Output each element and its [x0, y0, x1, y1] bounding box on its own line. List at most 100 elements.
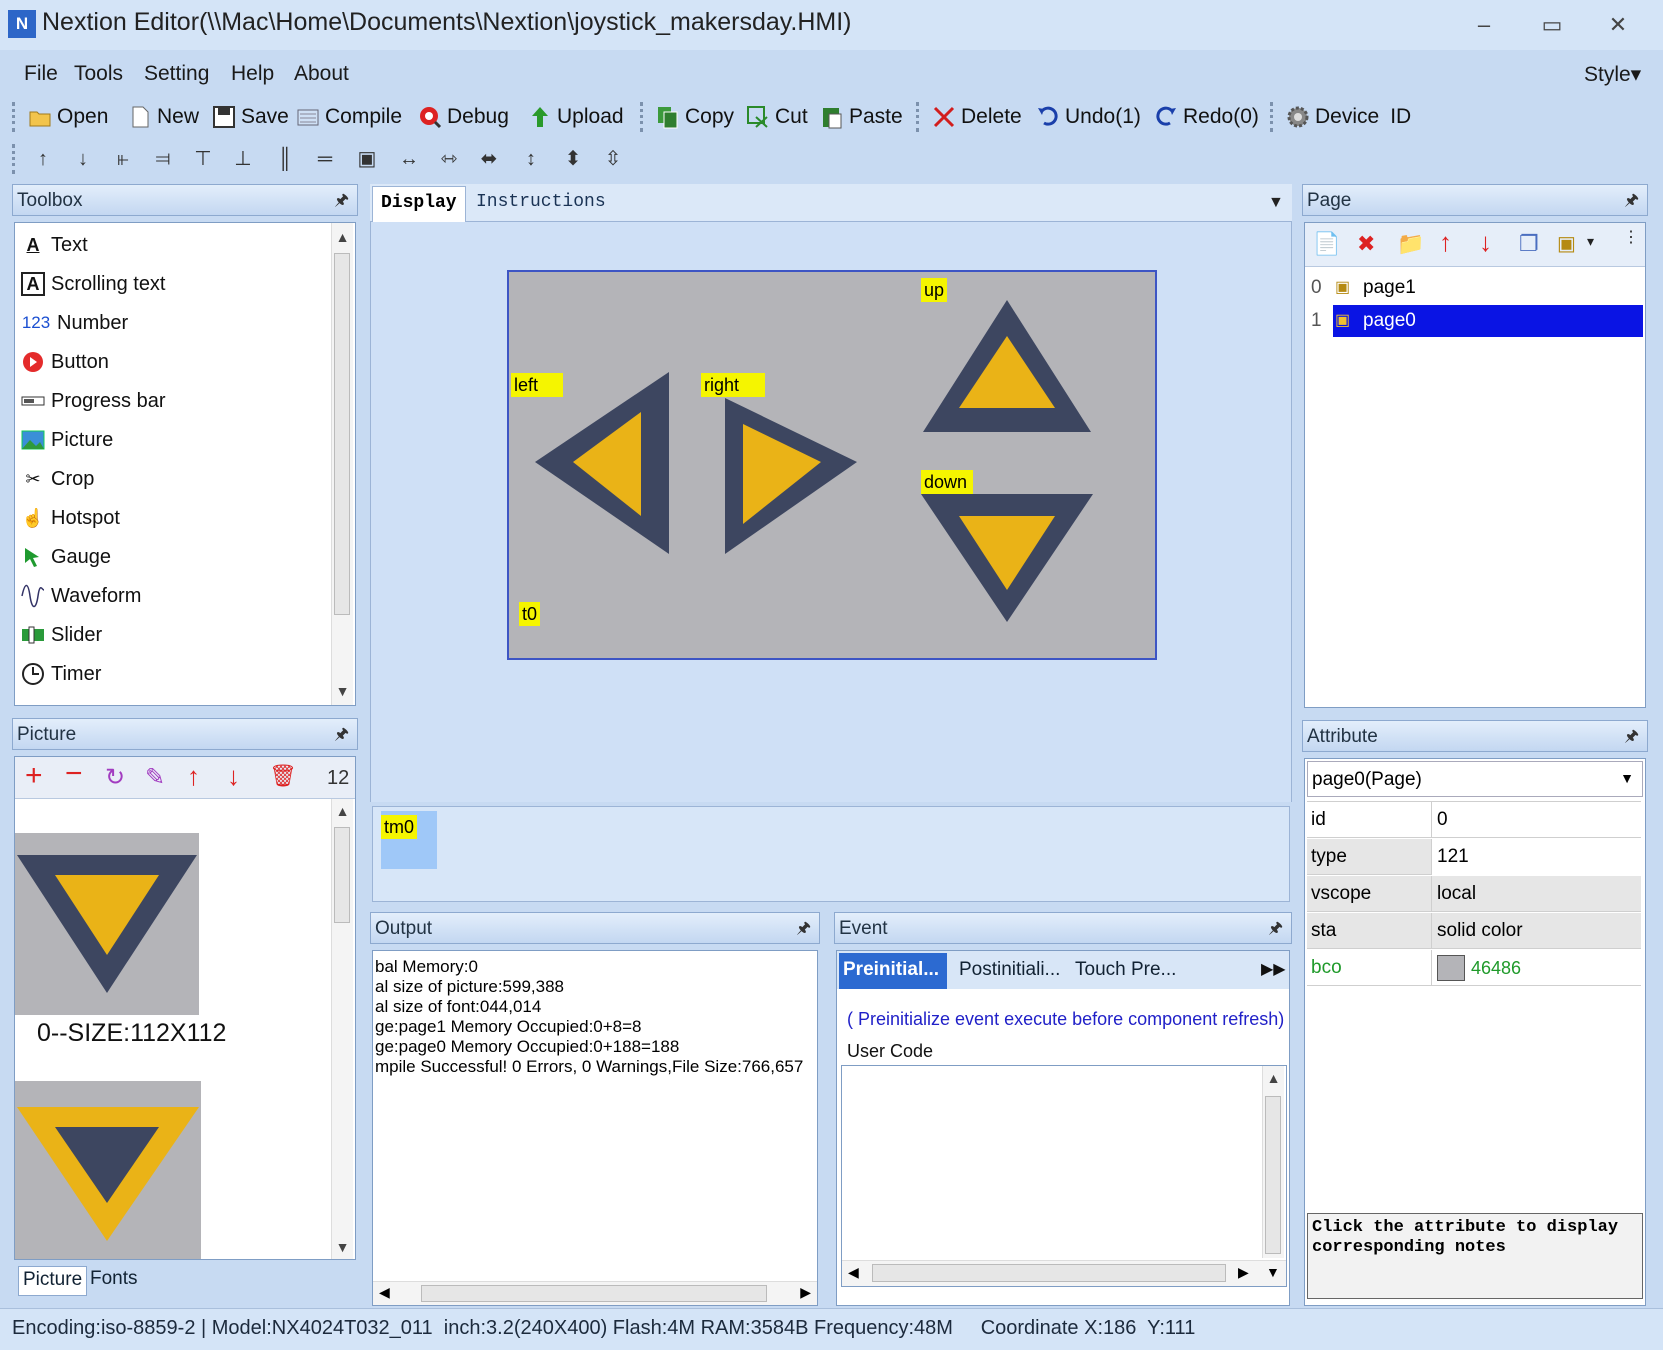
output-hscrollbar[interactable]: ◀ ▶ — [373, 1281, 817, 1305]
v-distribute-icon[interactable]: ⬍ — [560, 146, 586, 172]
align-bottom-icon[interactable]: ⊥ — [230, 146, 256, 172]
scroll-thumb[interactable] — [334, 253, 350, 615]
page-canvas[interactable]: up left right down t0 — [507, 270, 1157, 660]
undo-button[interactable]: Undo(1) — [1036, 100, 1141, 134]
color-swatch[interactable] — [1437, 955, 1465, 981]
tool-waveform[interactable]: Waveform — [21, 584, 141, 608]
picture-thumb-1[interactable] — [15, 1081, 201, 1259]
delete-button[interactable]: Delete — [932, 100, 1022, 134]
pin-icon[interactable]: 🖈 — [1624, 189, 1639, 216]
pin-icon[interactable]: 🖈 — [1624, 725, 1639, 752]
v-spacing-icon[interactable]: ↕ — [518, 146, 544, 172]
toolbox-scrollbar[interactable]: ▲ ▼ — [331, 223, 353, 705]
tool-button[interactable]: Button — [21, 350, 109, 374]
pin-icon[interactable]: 🖈 — [334, 723, 349, 750]
align-center-h-icon[interactable]: ═ — [312, 146, 338, 172]
picture-thumb-0[interactable] — [15, 833, 199, 1015]
scroll-up-icon[interactable]: ▲ — [332, 229, 353, 245]
user-code-editor[interactable]: ▲ ◀ ▶ ▼ — [841, 1065, 1287, 1287]
dropdown-icon[interactable]: ▾ — [1587, 233, 1594, 250]
open-button[interactable]: Open — [28, 100, 108, 134]
page-options-icon[interactable]: ▣ — [1557, 231, 1576, 256]
move-up-icon[interactable]: ↑ — [187, 761, 200, 792]
tabs-more-icon[interactable]: ▶▶ — [1261, 959, 1286, 979]
minimize-button[interactable]: – — [1466, 10, 1502, 40]
compile-button[interactable]: Compile — [296, 100, 402, 134]
tab-postinitialize[interactable]: Postinitiali... — [959, 959, 1060, 981]
scroll-thumb[interactable] — [421, 1285, 767, 1302]
same-size-icon[interactable]: ▣ — [354, 146, 380, 172]
tool-number[interactable]: 123 Number — [21, 311, 128, 335]
tool-scrolling-text[interactable]: A Scrolling text — [21, 272, 166, 296]
attr-row-sta[interactable]: sta solid color — [1307, 913, 1641, 949]
label-up[interactable]: up — [921, 278, 948, 302]
maximize-button[interactable]: ▭ — [1534, 10, 1570, 40]
pin-icon[interactable]: 🖈 — [796, 917, 811, 944]
menu-style[interactable]: Style▾ — [1584, 62, 1641, 87]
copy-button[interactable]: Copy — [656, 100, 734, 134]
tab-fonts[interactable]: Fonts — [86, 1266, 142, 1296]
new-button[interactable]: New — [128, 100, 199, 134]
close-button[interactable]: ✕ — [1600, 10, 1636, 40]
editor-vscrollbar[interactable]: ▲ — [1262, 1066, 1284, 1258]
scroll-thumb[interactable] — [872, 1264, 1226, 1282]
timer-component[interactable]: tm0 — [381, 811, 437, 869]
send-backward-icon[interactable]: ↓ — [70, 146, 96, 172]
label-right[interactable]: right — [701, 373, 765, 397]
attr-row-vscope[interactable]: vscope local — [1307, 876, 1641, 912]
cut-button[interactable]: Cut — [746, 100, 808, 134]
save-button[interactable]: Save — [212, 100, 289, 134]
redo-button[interactable]: Redo(0) — [1154, 100, 1259, 134]
scroll-up-icon[interactable]: ▲ — [1263, 1070, 1284, 1086]
remove-picture-icon[interactable]: − — [65, 759, 83, 789]
add-page-icon[interactable]: 📄 — [1313, 231, 1340, 257]
label-t0[interactable]: t0 — [519, 602, 541, 626]
scroll-down-icon[interactable]: ▼ — [332, 683, 353, 699]
tab-display[interactable]: Display — [372, 186, 466, 222]
menu-about[interactable]: About — [294, 62, 349, 86]
device-id-button[interactable]: Device ID — [1286, 100, 1411, 134]
toolbar-grip[interactable] — [1270, 102, 1276, 132]
move-down-icon[interactable]: ↓ — [227, 761, 240, 792]
move-down-icon[interactable]: ↓ — [1479, 227, 1492, 258]
attr-row-bco[interactable]: bco 46486 — [1307, 950, 1641, 986]
align-top-icon[interactable]: ⊤ — [190, 146, 216, 172]
tool-crop[interactable]: ✂ Crop — [21, 467, 94, 491]
picture-scrollbar[interactable]: ▲ ▼ — [331, 799, 353, 1259]
scroll-thumb[interactable] — [1265, 1096, 1281, 1254]
tool-picture[interactable]: Picture — [21, 428, 113, 452]
menu-file[interactable]: File — [24, 62, 58, 86]
scroll-left-icon[interactable]: ◀ — [379, 1284, 390, 1301]
scroll-right-icon[interactable]: ▶ — [1238, 1264, 1249, 1281]
tab-dropdown-icon[interactable]: ▼ — [1268, 194, 1284, 212]
upload-button[interactable]: Upload — [528, 100, 624, 134]
h-spacing-icon[interactable]: ⇿ — [436, 146, 462, 172]
scroll-down-icon[interactable]: ▼ — [332, 1239, 353, 1255]
align-right-icon[interactable]: ⫤ — [150, 146, 176, 172]
pin-icon[interactable]: 🖈 — [334, 189, 349, 216]
tab-instructions[interactable]: Instructions — [476, 192, 606, 212]
align-left-icon[interactable]: ⫦ — [110, 146, 136, 172]
scroll-down-icon[interactable]: ▼ — [1266, 1264, 1280, 1280]
delete-page-icon[interactable]: ✖ — [1357, 231, 1375, 257]
h-distribute-icon[interactable]: ⬌ — [476, 146, 502, 172]
tool-timer[interactable]: Timer — [21, 662, 101, 686]
label-left[interactable]: left — [511, 373, 563, 397]
pin-icon[interactable]: 🖈 — [1268, 917, 1283, 944]
tab-preinitialize[interactable]: Preinitial... — [839, 953, 947, 989]
tool-hotspot[interactable]: ☝ Hotspot — [21, 506, 120, 530]
trash-icon[interactable]: 🗑 — [269, 763, 297, 789]
scroll-thumb[interactable] — [334, 827, 350, 923]
toolbar-grip[interactable] — [916, 102, 922, 132]
tool-text[interactable]: A Text — [21, 233, 88, 257]
component-select[interactable]: page0(Page) ▼ — [1307, 761, 1643, 797]
bring-forward-icon[interactable]: ↑ — [30, 146, 56, 172]
menu-help[interactable]: Help — [231, 62, 274, 86]
page-item-1[interactable]: 1 ▣ page0 — [1305, 305, 1645, 337]
tool-slider[interactable]: Slider — [21, 623, 102, 647]
same-height-icon[interactable]: ⇳ — [600, 146, 626, 172]
debug-button[interactable]: Debug — [418, 100, 509, 134]
attr-row-type[interactable]: type 121 — [1307, 839, 1641, 875]
align-toolbar-grip[interactable] — [12, 144, 18, 174]
tool-gauge[interactable]: Gauge — [21, 545, 111, 569]
